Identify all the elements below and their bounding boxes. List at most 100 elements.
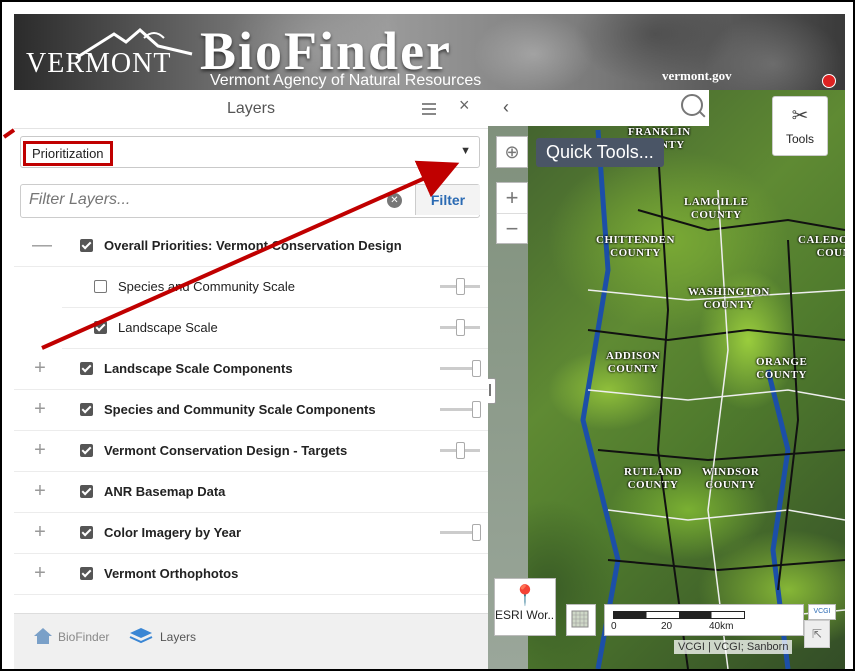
- tools-label: Tools: [785, 132, 814, 146]
- layers-panel: Layers × Prioritization ▼ ✕ Filter — Ove…: [14, 90, 489, 669]
- layer-row[interactable]: + ANR Basemap Data: [14, 472, 488, 513]
- layer-list: — Overall Priorities: Vermont Conservati…: [14, 226, 488, 595]
- quick-tools-tooltip: Quick Tools...: [536, 138, 664, 167]
- county-label: ORANGE COUNTY: [756, 356, 808, 381]
- clear-icon[interactable]: ✕: [387, 193, 402, 208]
- expand-corner-icon[interactable]: ⇱: [804, 620, 830, 648]
- layer-label: Species and Community Scale Components: [104, 402, 376, 417]
- expand-icon[interactable]: +: [32, 357, 48, 380]
- layer-label: Species and Community Scale: [118, 279, 296, 294]
- map-pin-icon: 📍: [512, 585, 538, 607]
- county-label: CHITTENDEN COUNTY: [596, 234, 675, 259]
- menu-icon[interactable]: [422, 100, 436, 118]
- scale-bar: 0 20 40km: [604, 604, 804, 636]
- basemap-label: ESRI Wor...: [495, 608, 555, 622]
- dropdown-selected-value: Prioritization: [23, 141, 113, 166]
- layer-label: Color Imagery by Year: [104, 525, 242, 540]
- slider-knob[interactable]: [456, 319, 465, 336]
- county-label: ADDISON COUNTY: [606, 350, 661, 375]
- zoom-out-button[interactable]: −: [497, 214, 527, 244]
- search-icon[interactable]: [681, 94, 703, 116]
- county-label: LAMOILLE COUNTY: [684, 196, 749, 221]
- slider-knob[interactable]: [472, 401, 481, 418]
- opacity-slider[interactable]: [440, 442, 480, 459]
- opacity-slider[interactable]: [440, 401, 481, 418]
- scale-label-40: 40km: [709, 621, 734, 632]
- vermont-gov-link[interactable]: vermont.gov: [662, 68, 732, 84]
- tools-icon: ✂: [791, 105, 809, 127]
- layer-checkbox[interactable]: [80, 362, 93, 375]
- layer-row[interactable]: + Vermont Orthophotos: [14, 554, 488, 595]
- layer-row[interactable]: + Landscape Scale Components: [14, 349, 488, 390]
- zoom-in-button[interactable]: +: [497, 183, 527, 214]
- agency-subtitle: Vermont Agency of Natural Resources: [210, 72, 482, 89]
- slider-knob[interactable]: [472, 524, 481, 541]
- layer-label: Overall Priorities: Vermont Conservation…: [104, 238, 402, 253]
- scale-label-20: 20: [661, 621, 673, 632]
- county-label: RUTLAND COUNTY: [624, 466, 682, 491]
- layer-checkbox[interactable]: [94, 280, 107, 293]
- chevron-down-icon[interactable]: ▼: [460, 145, 471, 157]
- expand-icon[interactable]: +: [32, 439, 48, 462]
- layer-label: ANR Basemap Data: [104, 484, 226, 499]
- layer-label: Landscape Scale Components: [104, 361, 293, 376]
- slider-knob[interactable]: [456, 442, 465, 459]
- scale-label-0: 0: [611, 621, 617, 632]
- tools-button[interactable]: ✂ Tools: [772, 96, 828, 156]
- map-search-box[interactable]: [524, 90, 709, 126]
- overview-map-button[interactable]: [566, 604, 596, 636]
- locate-icon[interactable]: ⊕: [496, 136, 528, 168]
- close-icon[interactable]: ×: [459, 95, 470, 116]
- collapse-panel-button[interactable]: ‹: [488, 90, 524, 126]
- overview-map-icon: [571, 610, 589, 628]
- expand-icon[interactable]: +: [32, 562, 48, 585]
- layers-icon[interactable]: [128, 626, 154, 646]
- layer-checkbox[interactable]: [80, 403, 93, 416]
- zoom-control: + −: [496, 182, 528, 244]
- bottom-tab-bar: BioFinder Layers: [14, 613, 488, 669]
- opacity-slider[interactable]: [440, 319, 480, 336]
- layer-checkbox[interactable]: [80, 444, 93, 457]
- layer-row[interactable]: Landscape Scale: [62, 308, 488, 349]
- layer-group-dropdown[interactable]: Prioritization ▼: [20, 136, 480, 168]
- layer-checkbox[interactable]: [80, 485, 93, 498]
- red-status-icon[interactable]: [822, 74, 836, 88]
- layer-row[interactable]: + Color Imagery by Year: [14, 513, 488, 554]
- county-label: WINDSOR COUNTY: [702, 466, 760, 491]
- vcgi-logo: VCGI: [808, 604, 836, 620]
- panel-title: Layers: [226, 100, 276, 117]
- tab-layers[interactable]: Layers: [160, 630, 196, 644]
- layer-checkbox[interactable]: [80, 239, 93, 252]
- layer-checkbox[interactable]: [80, 567, 93, 580]
- filter-input[interactable]: [21, 185, 401, 215]
- layer-row[interactable]: + Vermont Conservation Design - Targets: [14, 431, 488, 472]
- collapse-icon[interactable]: —: [32, 234, 52, 257]
- filter-button[interactable]: Filter: [415, 185, 480, 215]
- pane-resize-handle[interactable]: [488, 378, 496, 404]
- filter-row: ✕ Filter: [20, 184, 480, 218]
- opacity-slider[interactable]: [440, 524, 481, 541]
- county-label: WASHINGTON COUNTY: [688, 286, 770, 311]
- slider-knob[interactable]: [456, 278, 465, 295]
- map-view[interactable]: FRANKLINCOUNTY LAMOILLECOUNTY CHITTENDEN…: [488, 90, 845, 669]
- expand-icon[interactable]: +: [32, 480, 48, 503]
- layer-row[interactable]: — Overall Priorities: Vermont Conservati…: [14, 226, 488, 267]
- opacity-slider[interactable]: [440, 278, 480, 295]
- slider-knob[interactable]: [472, 360, 481, 377]
- expand-icon[interactable]: +: [32, 398, 48, 421]
- layer-row[interactable]: Species and Community Scale: [62, 267, 488, 308]
- layer-label: Landscape Scale: [118, 320, 218, 335]
- panel-header: Layers ×: [14, 90, 488, 129]
- app-frame: VERMONT BioFinder Vermont Agency of Natu…: [0, 0, 855, 671]
- layer-checkbox[interactable]: [80, 526, 93, 539]
- tab-biofinder[interactable]: BioFinder: [58, 630, 109, 644]
- home-icon[interactable]: [32, 626, 54, 646]
- header-banner: VERMONT BioFinder Vermont Agency of Natu…: [14, 14, 845, 90]
- opacity-slider[interactable]: [440, 360, 481, 377]
- layer-checkbox[interactable]: [94, 321, 107, 334]
- county-label: CALEDONIACOUN: [798, 234, 845, 259]
- layer-row[interactable]: + Species and Community Scale Components: [14, 390, 488, 431]
- scale-graphic: [613, 611, 745, 619]
- basemap-button[interactable]: 📍 ESRI Wor...: [494, 578, 556, 636]
- expand-icon[interactable]: +: [32, 521, 48, 544]
